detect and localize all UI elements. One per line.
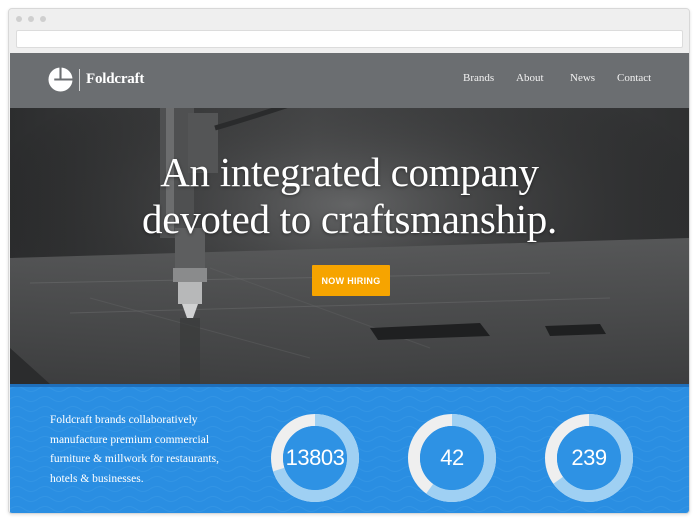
hero-title-line-1: An integrated company <box>160 149 539 195</box>
brand-name: Foldcraft <box>86 71 145 87</box>
stats-section: Foldcraft brands collaboratively manufac… <box>10 384 689 513</box>
hero-section: An integrated company devoted to craftsm… <box>10 108 689 384</box>
stat-ring: 42 <box>406 412 498 504</box>
nav-item-brands[interactable]: Brands <box>463 72 494 84</box>
address-bar[interactable] <box>16 30 683 48</box>
website-viewport: Foldcraft Brands About News Contact An i… <box>10 53 689 513</box>
now-hiring-button[interactable]: NOW HIRING <box>312 265 390 296</box>
stat-ring: 13803 <box>269 412 361 504</box>
window-dot-icon[interactable] <box>28 16 34 22</box>
nav-item-about[interactable]: About <box>516 72 544 84</box>
window-dot-icon[interactable] <box>40 16 46 22</box>
stat-ring: 239 <box>543 412 635 504</box>
window-dot-icon[interactable] <box>16 16 22 22</box>
logo-divider <box>79 68 80 91</box>
stat-value: 239 <box>571 445 607 470</box>
stat-value: 42 <box>440 445 464 470</box>
hero-title-line-2: devoted to craftsmanship. <box>142 196 557 242</box>
site-header: Foldcraft Brands About News Contact <box>10 53 689 108</box>
foldcraft-logo-icon <box>48 67 73 92</box>
company-description: Foldcraft brands collaboratively manufac… <box>50 414 219 485</box>
browser-window: Foldcraft Brands About News Contact An i… <box>8 8 690 514</box>
stat-value: 13803 <box>285 445 345 470</box>
logo[interactable]: Foldcraft <box>48 67 144 92</box>
stats-top-border <box>10 384 689 387</box>
nav-item-news[interactable]: News <box>570 72 595 84</box>
browser-toolbar <box>9 9 689 53</box>
nav-item-contact[interactable]: Contact <box>617 72 651 84</box>
